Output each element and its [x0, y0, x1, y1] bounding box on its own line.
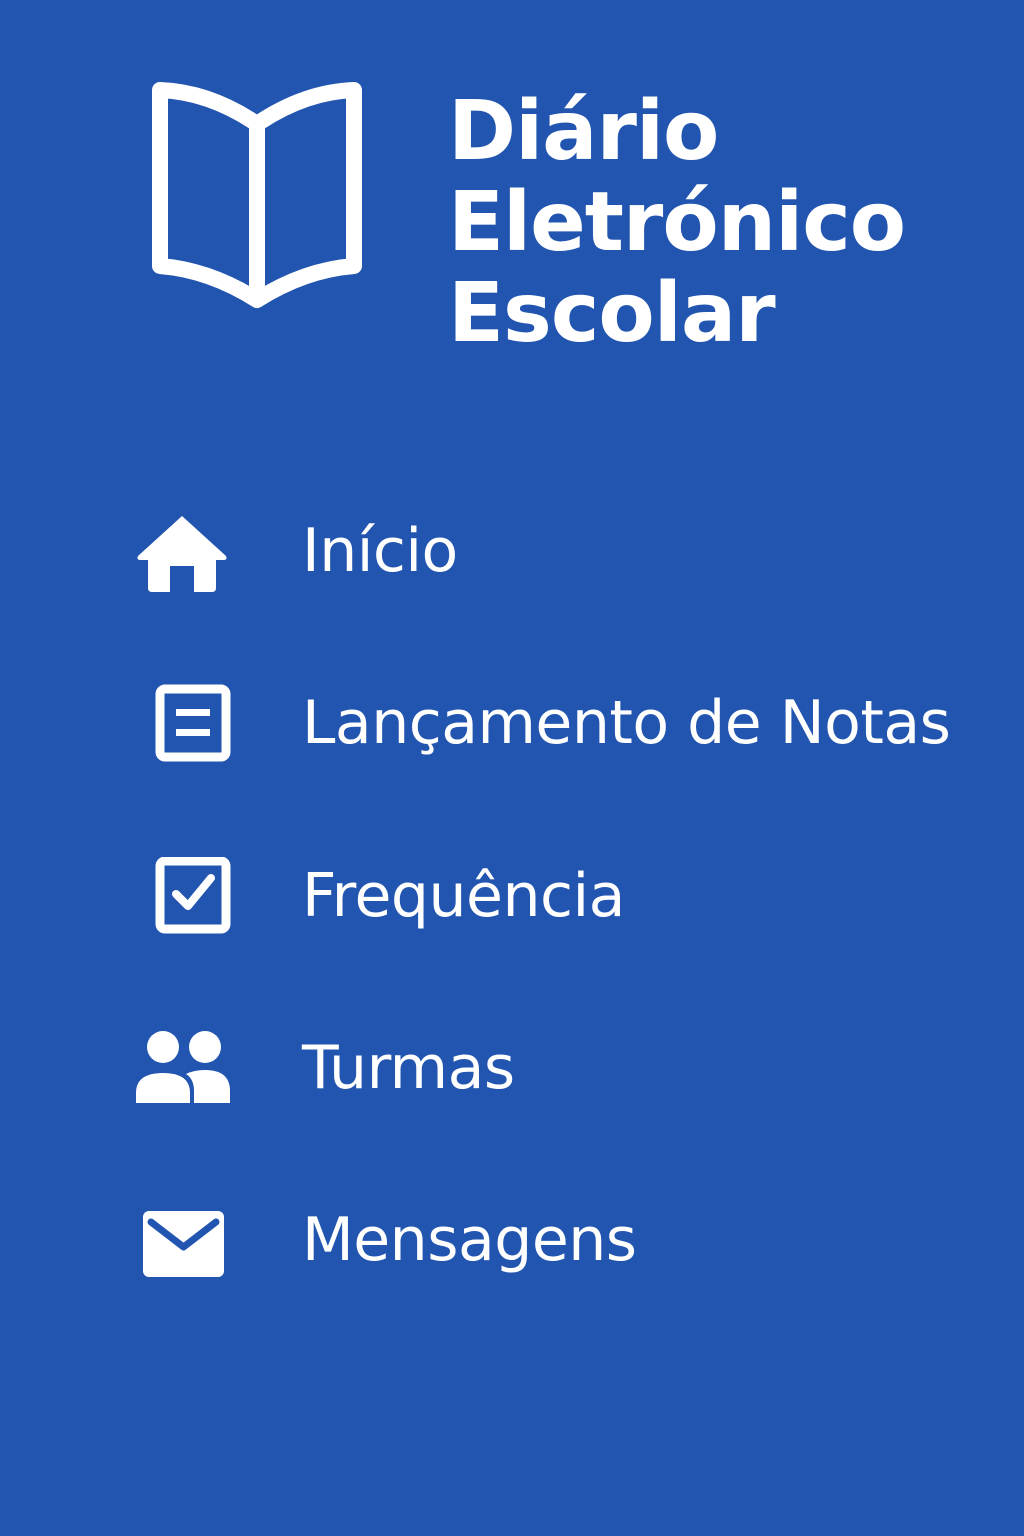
menu-item-inicio[interactable]: Início	[120, 490, 980, 610]
app-header: Diário Eletrónico Escolar	[0, 0, 1024, 380]
menu-item-mensagens[interactable]: Mensagens	[120, 1179, 980, 1299]
document-icon	[130, 684, 235, 764]
home-icon	[130, 512, 235, 592]
menu-item-frequencia[interactable]: Frequência	[120, 835, 980, 955]
app-title-line: Eletrónico	[448, 175, 906, 270]
menu-item-label: Turmas	[302, 1033, 515, 1103]
checkbox-icon	[130, 857, 235, 937]
menu-item-label: Lançamento de Notas	[302, 688, 951, 758]
menu-item-label: Início	[302, 516, 458, 586]
menu-item-lancamento-de-notas[interactable]: Lançamento de Notas	[120, 662, 980, 782]
app-title-line: Escolar	[448, 266, 776, 361]
users-icon	[130, 1029, 235, 1109]
open-book-icon	[146, 82, 368, 310]
menu-item-label: Mensagens	[302, 1205, 637, 1275]
menu-item-turmas[interactable]: Turmas	[120, 1007, 980, 1127]
mail-icon	[130, 1201, 235, 1281]
app-title-line: Diário	[448, 84, 719, 179]
app-title: Diário Eletrónico Escolar	[448, 84, 906, 361]
menu-item-label: Frequência	[302, 861, 625, 931]
